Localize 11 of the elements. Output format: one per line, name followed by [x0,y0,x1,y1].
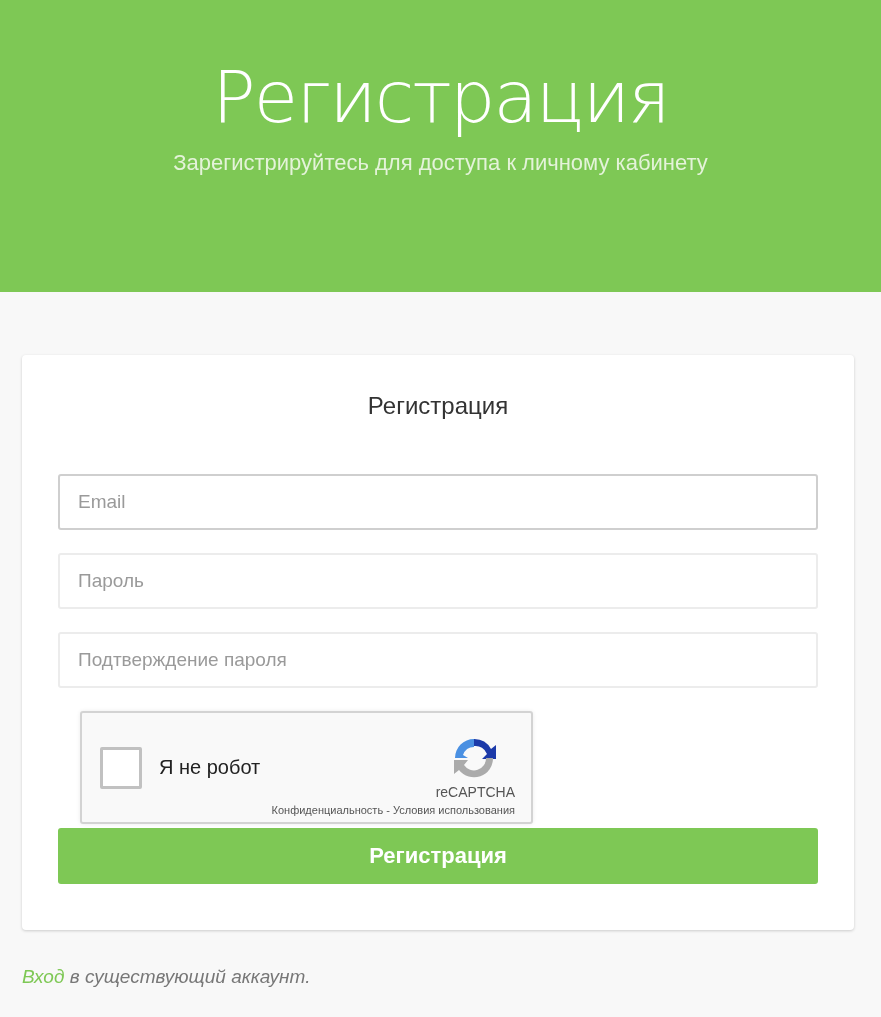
register-button[interactable]: Регистрация [58,828,818,884]
page-subtitle: Зарегистрируйтесь для доступа к личному кабинету [172,150,709,176]
input-field[interactable]: Email [58,474,818,530]
login-prompt: Вход в существующий аккаунт. [22,966,312,988]
login-link[interactable]: Вход [22,966,65,987]
recaptcha-brand: reCAPTCHA [435,784,515,800]
captcha-label: Я не робот [159,756,261,779]
page-title: Регистрация [211,54,670,141]
form-title: Регистрация [366,391,510,421]
captcha-checkbox[interactable] [100,746,142,789]
captcha-terms[interactable]: Конфиденциальность - Условия использования [271,804,515,816]
